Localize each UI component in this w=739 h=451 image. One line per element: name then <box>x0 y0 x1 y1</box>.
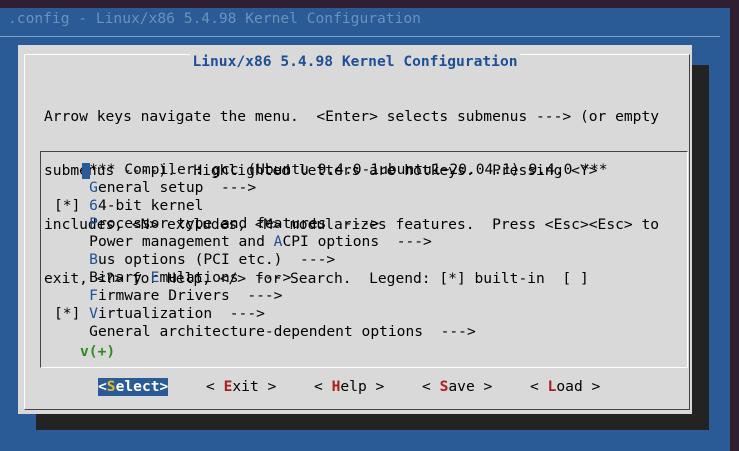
button-label: elect <box>115 378 160 395</box>
menuconfig-dialog: Linux/x86 5.4.98 Kernel Configuration Ar… <box>18 45 692 414</box>
button-bar: <Select> < Exit > < Help > < Save > < Lo… <box>18 378 692 396</box>
menu-item-64bit-kernel[interactable]: [*] 64-bit kernel <box>54 197 203 215</box>
menu-item-hotkey: B <box>89 251 98 268</box>
button-bracket: > <box>474 378 493 395</box>
button-hotkey: S <box>106 378 116 395</box>
button-bracket: < <box>530 378 548 395</box>
select-button[interactable]: <Select> <box>98 378 169 396</box>
menu-item-prefix <box>54 251 89 268</box>
help-button[interactable]: < Help > <box>314 378 384 396</box>
menu-item-processor[interactable]: Processor type and features ---> <box>54 215 379 233</box>
menu-item-text: irmware Drivers ---> <box>97 287 283 304</box>
menu-item-bus-options[interactable]: Bus options (PCI etc.) ---> <box>54 251 335 269</box>
dialog-title: Linux/x86 5.4.98 Kernel Configuration <box>18 53 692 71</box>
menu-item-text: us options (PCI etc.) ---> <box>97 251 336 268</box>
button-bracket: > <box>159 378 169 395</box>
button-bracket: < <box>314 378 332 395</box>
menu-item-hotkey: P <box>89 215 98 232</box>
dialog-shadow-bottom <box>36 413 709 430</box>
menu-item-virtualization[interactable]: [*] Virtualization ---> <box>54 305 265 323</box>
menu-item-compiler[interactable]: *** Compiler: gcc (Ubuntu 9.4.0-1ubuntu1… <box>54 161 608 179</box>
menu-item-prefix <box>54 161 89 178</box>
menu-item-text: 4-bit kernel <box>97 197 204 214</box>
button-label: ave <box>448 378 475 395</box>
load-button[interactable]: < Load > <box>530 378 600 396</box>
menu-item-text: CPI options ---> <box>282 233 432 250</box>
menu-item-text: *** Compiler: gcc (Ubuntu 9.4.0-1ubuntu1… <box>89 161 608 178</box>
menu-item-hotkey: F <box>89 287 98 304</box>
menu-item-firmware-drivers[interactable]: Firmware Drivers ---> <box>54 287 282 305</box>
button-bracket: < <box>206 378 224 395</box>
button-label: oad <box>556 378 583 395</box>
title-separator <box>0 36 720 37</box>
menu-item-power-management[interactable]: Power management and ACPI options ---> <box>54 233 432 251</box>
dialog-shadow-right <box>692 65 709 417</box>
button-label: elp <box>340 378 367 395</box>
menu-item-text: rocessor type and features ---> <box>97 215 380 232</box>
more-indicator: v(+) <box>80 343 116 360</box>
menu-item-text-pre: Binary <box>89 269 151 286</box>
menu-item-text: mulations ---> <box>159 269 292 286</box>
menu-item-prefix <box>54 215 89 232</box>
menu-item-prefix <box>54 287 89 304</box>
menu-item-hotkey: G <box>89 179 98 196</box>
menu-item-hotkey: V <box>89 305 98 322</box>
menu-item-checkbox: [*] <box>54 305 90 322</box>
menu-item-text: eneral setup ---> <box>97 179 257 196</box>
exit-button[interactable]: < Exit > <box>206 378 276 396</box>
menu-item-binary-emulations[interactable]: Binary Emulations ---> <box>54 269 291 287</box>
button-bracket: < <box>422 378 440 395</box>
button-label: xit <box>232 378 259 395</box>
menu-item-hotkey: 6 <box>89 197 98 214</box>
button-bracket: > <box>258 378 277 395</box>
button-bracket: < <box>98 378 107 395</box>
window-title: .config - Linux/x86 5.4.98 Kernel Config… <box>8 10 421 27</box>
dialog-title-text: Linux/x86 5.4.98 Kernel Configuration <box>190 53 520 70</box>
terminal-window: .config - Linux/x86 5.4.98 Kernel Config… <box>0 8 730 451</box>
menu-item-prefix <box>54 233 89 250</box>
menu-item-prefix <box>54 179 89 196</box>
button-bracket: > <box>582 378 601 395</box>
help-line: Arrow keys navigate the menu. <Enter> se… <box>44 108 660 125</box>
menu-item-general-arch[interactable]: General architecture-dependent options -… <box>54 323 476 341</box>
menu-item-text: General architecture-dependent options -… <box>89 323 476 340</box>
save-button[interactable]: < Save > <box>422 378 492 396</box>
menu-item-checkbox: [*] <box>54 197 90 214</box>
menu-item-prefix <box>54 323 89 340</box>
menu-item-text: irtualization ---> <box>97 305 265 322</box>
menu-item-general-setup[interactable]: General setup ---> <box>54 179 256 197</box>
menu-item-text-pre: Power management and <box>89 233 274 250</box>
menu-item-prefix <box>54 269 89 286</box>
button-bracket: > <box>366 378 385 395</box>
